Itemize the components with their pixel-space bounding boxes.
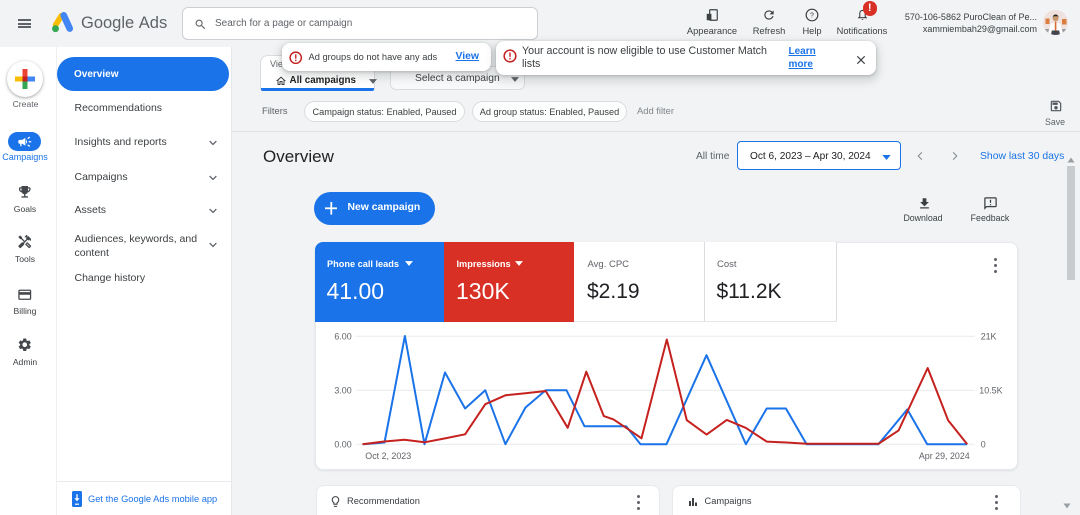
svg-text:21K: 21K bbox=[980, 332, 996, 342]
svg-text:6.00: 6.00 bbox=[334, 332, 351, 342]
svg-text:0: 0 bbox=[980, 439, 985, 449]
svg-text:Oct 2, 2023: Oct 2, 2023 bbox=[365, 451, 411, 461]
svg-text:Apr 29, 2024: Apr 29, 2024 bbox=[918, 451, 969, 461]
svg-text:10.5K: 10.5K bbox=[979, 386, 1002, 396]
svg-text:3.00: 3.00 bbox=[334, 386, 351, 396]
svg-text:0.00: 0.00 bbox=[334, 439, 351, 449]
svg-text:?: ? bbox=[810, 13, 814, 20]
